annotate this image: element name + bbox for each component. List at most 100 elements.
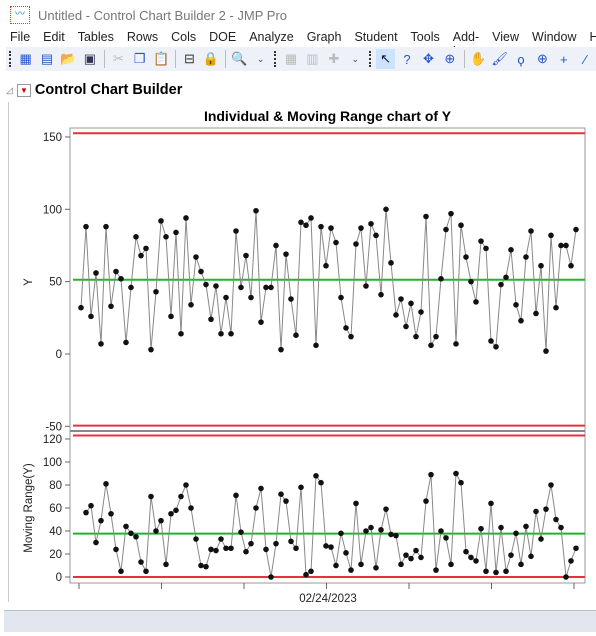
mr-point (188, 505, 194, 511)
mr-point (573, 545, 579, 552)
mr-point (423, 498, 429, 504)
mr-point (218, 536, 224, 542)
mr-point (258, 485, 264, 492)
mr-point (493, 569, 499, 576)
y-tick-label: 100 (43, 204, 62, 216)
y-point (478, 238, 484, 244)
mr-point (453, 470, 459, 477)
y-point (303, 222, 309, 229)
control-chart: 150 100 50 0 -50120 100 80 60 40 20 0 Y Moving Ran… (23, 127, 586, 605)
mr-point (438, 528, 444, 534)
mr-point (108, 510, 114, 517)
mr-point (203, 563, 209, 570)
mr-point (298, 484, 304, 491)
y-point (493, 343, 499, 350)
mr-point (148, 493, 154, 500)
y-point (353, 241, 359, 247)
mr-point (328, 544, 334, 550)
mr-point (473, 558, 479, 564)
mr-point (248, 540, 254, 547)
y-point (553, 304, 559, 311)
mr-point (158, 517, 164, 524)
y-point (423, 213, 429, 220)
y-point (538, 262, 544, 269)
y-point (78, 304, 84, 311)
y-point (243, 252, 249, 259)
mr-point (323, 543, 329, 549)
y-point (503, 274, 509, 281)
y-point (93, 270, 99, 276)
y-point (548, 232, 554, 239)
mr-point (513, 530, 519, 537)
y-point (263, 284, 269, 291)
y-point (403, 323, 409, 330)
y-point (318, 223, 324, 230)
mr-point (153, 528, 159, 534)
mr-point (543, 506, 549, 512)
y-point (88, 313, 94, 320)
y-tick-label: 50 (49, 277, 62, 289)
y-point (408, 300, 414, 307)
y-point (513, 302, 519, 308)
y-point (253, 207, 259, 214)
y-point (463, 254, 469, 260)
y-point (418, 309, 424, 315)
y-point (143, 245, 149, 252)
y-point (533, 310, 539, 317)
mr-point (408, 555, 414, 562)
mr-point (273, 540, 279, 547)
mr-point (238, 529, 244, 535)
mr-point (378, 527, 384, 533)
y-point (98, 341, 104, 347)
mr-point (288, 538, 294, 545)
mr-point (533, 508, 539, 515)
y-point (288, 296, 294, 302)
mr-point (458, 479, 464, 486)
y-point (103, 223, 109, 230)
y-tick-label: 150 (43, 132, 62, 144)
y-point (308, 215, 314, 221)
mr-point (433, 567, 439, 573)
y-tick-label: 80 (49, 480, 62, 492)
mr-point (253, 505, 259, 511)
mr-point (243, 548, 249, 555)
mr-point (383, 506, 389, 512)
mr-point (523, 523, 529, 530)
y-point (458, 222, 464, 229)
mr-point (388, 531, 394, 538)
y-point (518, 317, 524, 324)
y-point (378, 291, 384, 298)
mr-point (528, 553, 534, 560)
y-point (393, 312, 399, 318)
mr-point (228, 545, 234, 552)
y-point (228, 330, 234, 337)
mr-point (548, 482, 554, 488)
y-point (473, 299, 479, 305)
y-tick-label: -50 (45, 421, 62, 433)
y-point (148, 346, 154, 353)
y-point (413, 333, 419, 340)
y-point (558, 242, 564, 249)
y-point (333, 239, 339, 246)
mr-point (263, 546, 269, 553)
y-point (373, 232, 379, 239)
mr-point (508, 552, 514, 558)
mr-point (93, 539, 99, 546)
mr-point (308, 568, 314, 575)
y-point (368, 220, 374, 227)
y-point (388, 260, 394, 266)
y-point (283, 251, 289, 257)
y-tick-label: 20 (49, 549, 62, 561)
y-point (338, 294, 344, 301)
y-point (133, 233, 139, 240)
y-point (508, 247, 514, 253)
mr-point (498, 524, 504, 531)
mr-point (488, 500, 494, 507)
mr-point (353, 500, 359, 507)
mr-point (443, 535, 449, 541)
mr-point (103, 481, 109, 487)
mr-point (113, 546, 119, 553)
y-point (468, 278, 474, 285)
y-point (153, 288, 159, 295)
x-axis-date-label: 02/24/2023 (299, 593, 357, 605)
